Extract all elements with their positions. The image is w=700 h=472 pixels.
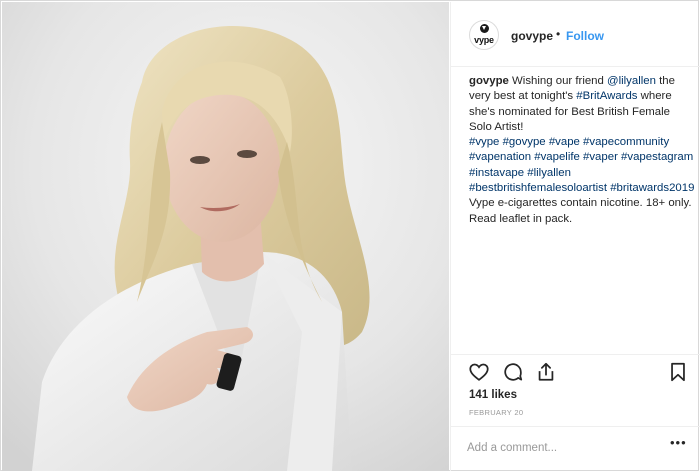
hashtag-link[interactable]: #vapecommunity [583,136,669,148]
portrait-image [2,2,449,471]
hashtag-link[interactable]: #vype [469,136,499,148]
bookmark-icon[interactable] [667,361,689,383]
comment-bar: ••• [451,426,700,472]
comment-icon[interactable] [502,361,524,383]
hashtag-link[interactable]: #vapelife [534,151,580,163]
avatar-logo-text: vype [474,35,494,45]
hashtag-link[interactable]: #vape [549,136,580,148]
header-username[interactable]: govype [511,29,553,43]
post-card: vype govype • Follow govype Wishing our … [0,0,700,471]
caption-fragment: Vype e-cigarettes contain nicotine. 18+ … [469,197,692,225]
vype-logo-icon [480,24,489,33]
comment-input[interactable] [467,439,657,457]
mention-link[interactable]: @lilyallen [607,75,656,87]
avatar[interactable]: vype [469,20,499,50]
hashtag-link[interactable]: #vapestagram [621,151,693,163]
hashtag-link[interactable]: #britawards2019 [610,182,694,194]
heart-icon[interactable] [468,361,490,383]
hashtag-link[interactable]: #bestbritishfemalesoloartist [469,182,607,194]
action-bar [451,354,700,387]
caption-text: Wishing our friend @lilyallen the very b… [469,75,694,225]
hashtag-link[interactable]: #vapenation [469,151,531,163]
post-caption: govype Wishing our friend @lilyallen the… [469,74,695,227]
like-count[interactable]: 141 likes [469,389,517,401]
share-icon[interactable] [535,361,557,383]
hashtag-link[interactable]: #govype [503,136,546,148]
hashtag-link[interactable]: #lilyallen [527,167,571,179]
hashtag-link[interactable]: #instavape [469,167,524,179]
post-sidebar: vype govype • Follow govype Wishing our … [450,2,700,471]
header-separator: • [556,27,561,41]
follow-button[interactable]: Follow [566,29,604,43]
hashtag-link[interactable]: #vaper [583,151,618,163]
post-date: FEBRUARY 20 [469,408,524,417]
more-options-icon[interactable]: ••• [670,435,687,450]
caption-fragment: Wishing our friend [508,75,608,87]
hashtag-link[interactable]: #BritAwards [576,90,637,102]
post-header: vype govype • Follow [451,2,700,67]
post-photo[interactable] [2,2,449,471]
caption-username[interactable]: govype [469,75,509,87]
